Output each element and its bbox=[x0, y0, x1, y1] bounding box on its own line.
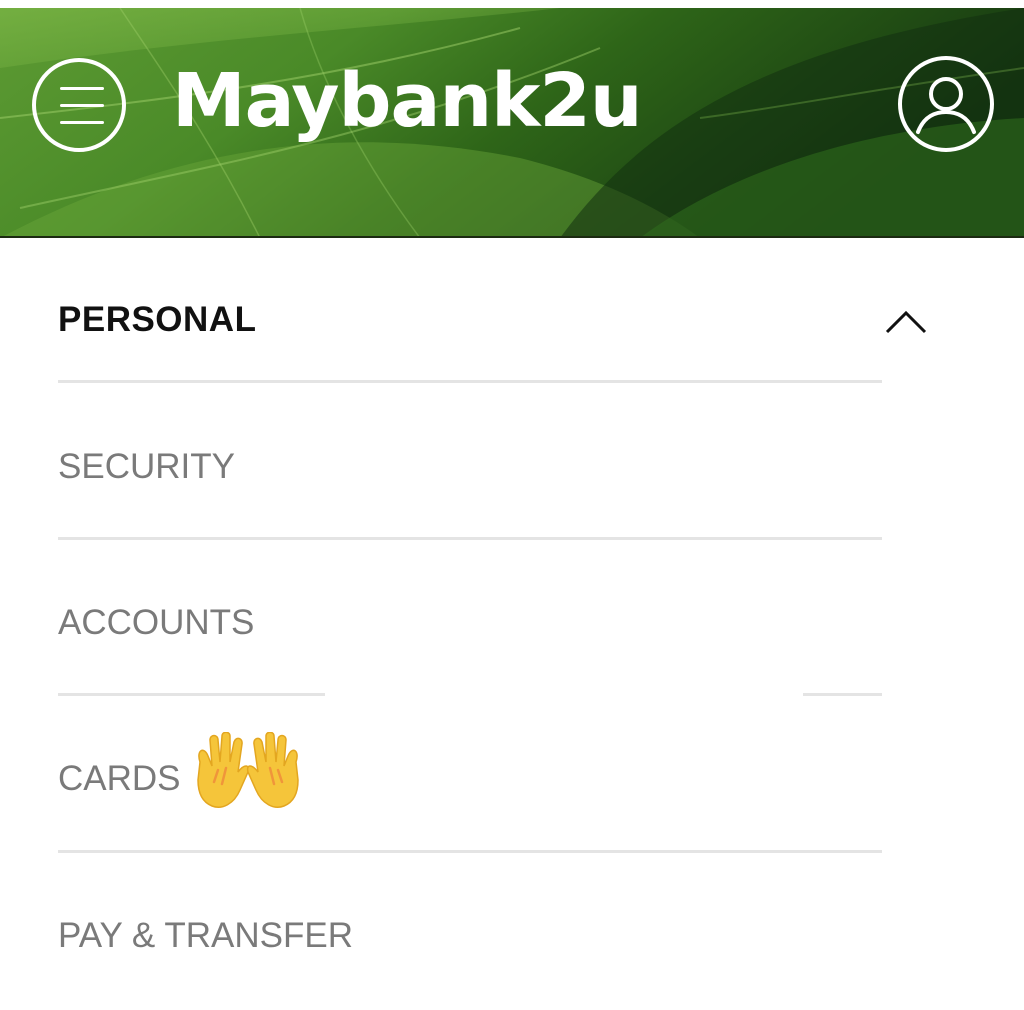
app-header: Maybank2u bbox=[0, 8, 1024, 238]
nav-item-label: PAY & TRANSFER bbox=[58, 916, 353, 955]
hamburger-menu-icon-line-top bbox=[60, 87, 104, 90]
brand-logo[interactable]: Maybank2u bbox=[172, 56, 643, 146]
nav-section-personal[interactable]: PERSONAL bbox=[58, 292, 928, 352]
nav-item-label: SECURITY bbox=[58, 447, 235, 486]
menu-button[interactable] bbox=[32, 58, 126, 152]
divider bbox=[58, 537, 882, 540]
nav-item-accounts[interactable]: ACCOUNTS bbox=[58, 541, 882, 697]
profile-button[interactable] bbox=[898, 56, 994, 152]
divider bbox=[58, 693, 325, 696]
nav-item-pay-transfer[interactable]: PAY & TRANSFER bbox=[58, 854, 882, 1010]
divider bbox=[58, 380, 882, 383]
nav-item-label: CARDS bbox=[58, 759, 181, 798]
divider bbox=[803, 693, 882, 696]
nav-item-cards[interactable]: CARDS bbox=[58, 697, 882, 853]
nav-section-label: PERSONAL bbox=[58, 300, 257, 339]
user-profile-icon bbox=[916, 77, 976, 134]
nav-item-security[interactable]: SECURITY bbox=[58, 384, 882, 540]
nav-item-label: ACCOUNTS bbox=[58, 603, 255, 642]
chevron-up-icon[interactable] bbox=[884, 306, 928, 336]
raised-hands-emoji bbox=[197, 732, 299, 808]
divider bbox=[58, 850, 882, 853]
top-strip bbox=[0, 0, 1024, 8]
hamburger-menu-icon-line-middle bbox=[60, 104, 104, 107]
hamburger-menu-icon-line-bottom bbox=[60, 121, 104, 124]
